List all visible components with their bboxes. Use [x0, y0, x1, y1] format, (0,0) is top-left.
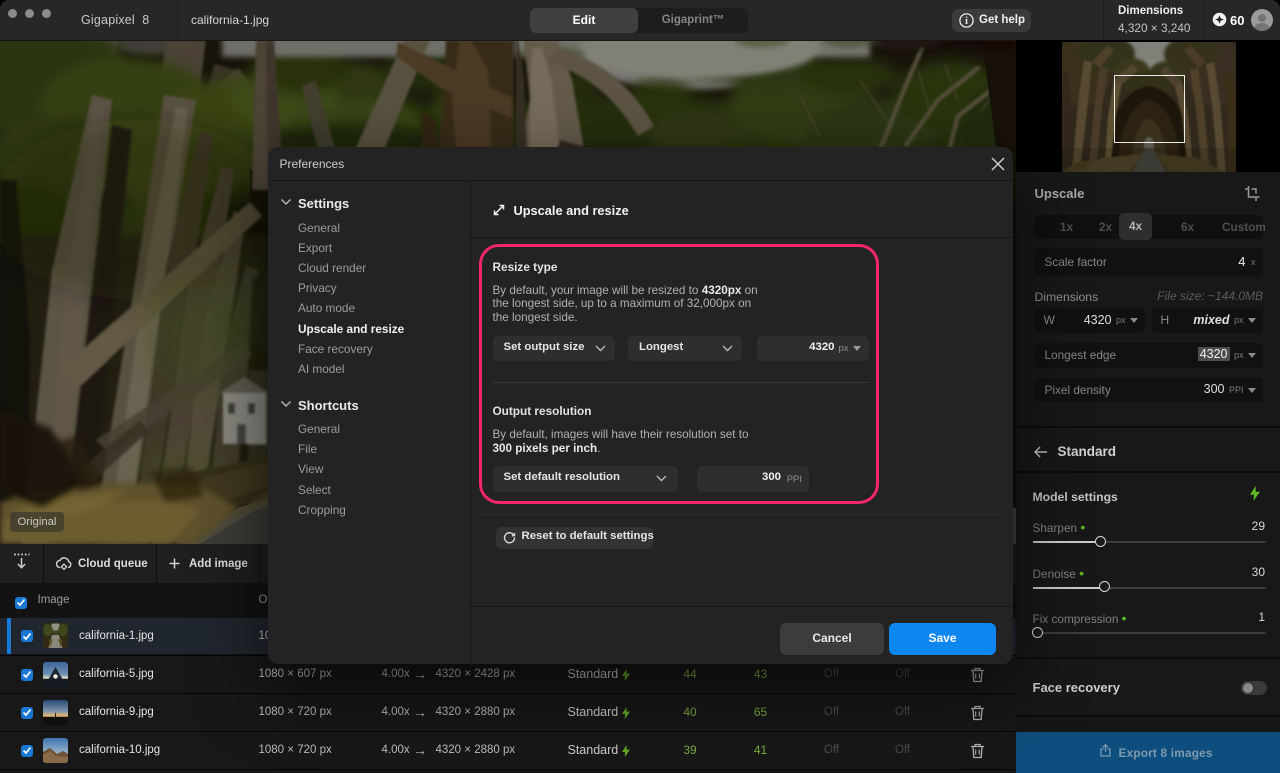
svg-text:i: i: [965, 16, 968, 27]
